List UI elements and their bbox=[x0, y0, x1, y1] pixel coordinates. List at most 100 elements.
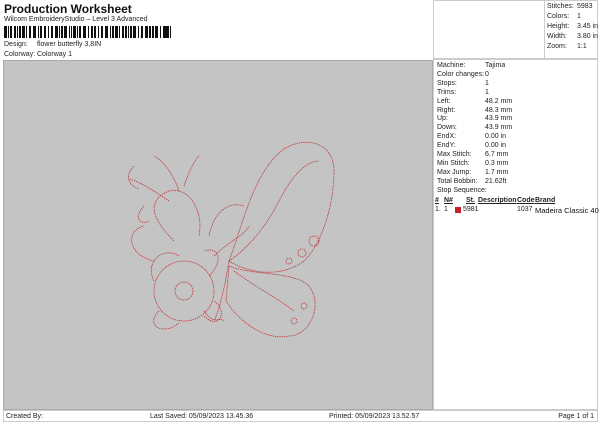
summary-box: Stitches: 5983 Colors: 1 Height: 3.45 in Wi… bbox=[544, 0, 598, 59]
summary-value: 1:1 bbox=[577, 43, 587, 50]
barcode-bar bbox=[9, 26, 12, 38]
barcode-bar bbox=[162, 26, 164, 38]
row-needle: 1 bbox=[444, 206, 448, 213]
detail-label: Down: bbox=[437, 124, 457, 132]
detail-value: 43.9 mm bbox=[485, 115, 513, 123]
detail-value: 48.3 mm bbox=[485, 106, 513, 114]
barcode-bar bbox=[68, 26, 70, 38]
summary-label: Zoom: bbox=[547, 43, 567, 50]
detail-value: 0.3 mm bbox=[485, 159, 509, 167]
barcode-bar bbox=[60, 26, 63, 38]
row-stitches: 5981 bbox=[463, 206, 479, 213]
barcode-bar bbox=[43, 26, 47, 38]
barcode-bar bbox=[147, 26, 149, 38]
detail-label: Max Jump: bbox=[437, 168, 472, 176]
barcode-bar bbox=[128, 26, 130, 38]
detail-label: Trims: bbox=[437, 88, 457, 96]
detail-label: Right: bbox=[437, 106, 456, 114]
barcode-bar bbox=[153, 26, 155, 38]
barcode-bar bbox=[101, 26, 104, 38]
summary-stitches: Stitches: 5983 bbox=[547, 3, 593, 10]
detail-row: Max Stitch: 6.7 mm bbox=[437, 151, 508, 158]
barcode-bar bbox=[124, 26, 128, 38]
summary-value: 5983 bbox=[577, 3, 593, 10]
detail-row: EndY: 0.00 in bbox=[437, 142, 506, 150]
summary-height: Height: 3.45 in bbox=[547, 23, 598, 30]
summary-width: Width: 3.80 in bbox=[547, 33, 598, 40]
summary-label: Colors: bbox=[547, 13, 570, 20]
summary-label: Height: bbox=[547, 23, 570, 30]
detail-value: 1 bbox=[485, 79, 489, 87]
barcode-bar bbox=[133, 26, 136, 38]
detail-row: Left: 48.2 mm bbox=[437, 98, 512, 105]
detail-value: 1.7 mm bbox=[485, 168, 509, 176]
col-num: # bbox=[435, 197, 439, 204]
table-row: 1. 1 5981 1037 Madeira Classic 40 bbox=[435, 206, 599, 216]
barcode-bar bbox=[164, 26, 167, 38]
barcode-bar bbox=[79, 26, 81, 38]
barcode-bar bbox=[29, 26, 31, 38]
detail-label: Total Bobbin: bbox=[437, 177, 478, 185]
detail-label: Min Stitch: bbox=[437, 159, 470, 167]
col-description: Description bbox=[478, 197, 517, 204]
detail-label: EndY: bbox=[437, 142, 456, 150]
barcode-bar bbox=[114, 26, 118, 38]
barcode-bar bbox=[51, 26, 54, 38]
barcode-bar bbox=[58, 26, 60, 38]
barcode-bar bbox=[90, 26, 93, 38]
barcode-bar bbox=[151, 26, 153, 38]
summary-value: 1 bbox=[577, 13, 581, 20]
col-code: Code bbox=[517, 197, 535, 204]
summary-label: Width: bbox=[547, 33, 567, 40]
color-swatch bbox=[455, 207, 461, 213]
detail-value: 0 bbox=[485, 70, 489, 78]
barcode-bar bbox=[130, 26, 133, 38]
barcode-bar bbox=[112, 26, 114, 38]
detail-row: Max Jump: 1.7 mm bbox=[437, 168, 508, 176]
detail-label: Color changes: bbox=[437, 70, 485, 78]
barcode-bar bbox=[26, 26, 27, 38]
footer: Created By: Last Saved: 05/09/2023 13.45… bbox=[3, 410, 598, 422]
detail-row: Right: 48.3 mm bbox=[437, 106, 512, 114]
butterfly-flower-design bbox=[128, 141, 335, 338]
barcode-bar bbox=[149, 26, 151, 38]
detail-value: 48.2 mm bbox=[485, 97, 513, 105]
stop-sequence-title: Stop Sequence: bbox=[437, 187, 487, 194]
created-by: Created By: bbox=[6, 413, 43, 420]
detail-row: Up: 43.9 mm bbox=[437, 115, 512, 123]
summary-label: Stitches: bbox=[547, 3, 574, 10]
barcode-bar bbox=[32, 26, 36, 38]
detail-value: Tajima bbox=[485, 62, 506, 69]
last-saved: Last Saved: 05/09/2023 13.45.36 bbox=[150, 413, 254, 420]
barcode-bar bbox=[13, 26, 17, 38]
summary-value: 3.45 in bbox=[577, 23, 599, 30]
row-code: 1037 bbox=[517, 206, 533, 213]
barcode-bar bbox=[168, 26, 170, 38]
detail-value: 0.00 in bbox=[485, 142, 507, 150]
detail-row: Stops: 1 bbox=[437, 80, 489, 87]
detail-label: Up: bbox=[437, 115, 448, 123]
row-brand: Madeira Classic 40 bbox=[535, 206, 599, 215]
detail-value: 43.9 mm bbox=[485, 124, 513, 132]
barcode-bar bbox=[17, 26, 19, 38]
barcode-bar bbox=[63, 26, 67, 38]
page-number: Page 1 of 1 bbox=[558, 413, 594, 420]
summary-colors: Colors: 1 bbox=[547, 13, 581, 20]
detail-label: Max Stitch: bbox=[437, 151, 472, 158]
col-stitches: St. bbox=[466, 197, 475, 204]
detail-label: Machine: bbox=[437, 62, 466, 69]
barcode-bar bbox=[83, 26, 86, 38]
design-value: flower butterfly 3,8IN bbox=[37, 41, 102, 48]
barcode-bar bbox=[22, 26, 26, 38]
barcode-bar bbox=[105, 26, 109, 38]
summary-zoom: Zoom: 1:1 bbox=[547, 43, 587, 50]
detail-row: Trims: 1 bbox=[437, 88, 489, 96]
detail-value: 21.62ft bbox=[485, 177, 507, 185]
barcode-bar bbox=[48, 26, 50, 38]
detail-row: EndX: 0.00 in bbox=[437, 133, 506, 140]
barcode-bar bbox=[160, 26, 161, 38]
barcode-separator: , bbox=[140, 29, 143, 40]
barcode-bar bbox=[87, 26, 89, 38]
design-preview bbox=[3, 60, 433, 410]
colorway-label: Colorway: bbox=[4, 51, 36, 58]
